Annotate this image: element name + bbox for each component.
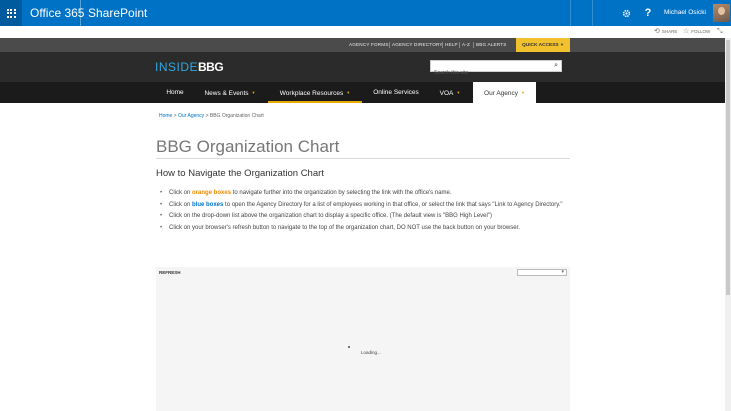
nav-item-online-services[interactable]: Online Services	[364, 82, 428, 103]
logo-text-bbg: BBG	[198, 60, 224, 74]
search-icon[interactable]: ⌕	[554, 61, 558, 71]
nav-item-our-agency[interactable]: Our Agency ▼	[473, 82, 536, 103]
share-icon: ⟲	[654, 28, 660, 35]
breadcrumb: Home > Our Agency > BBG Organization Cha…	[159, 113, 264, 119]
user-name[interactable]: Michael Osicki	[664, 0, 706, 26]
quick-access-label: QUICK ACCESS	[522, 43, 559, 48]
util-divider	[442, 42, 443, 48]
org-chart-frame: REFRESH ▾ Loading...	[156, 267, 570, 411]
scrollbar-thumb[interactable]	[726, 40, 730, 295]
search-input[interactable]	[431, 68, 543, 78]
share-label: SHARE	[661, 29, 678, 34]
loading-spinner-icon	[348, 346, 350, 348]
bbg-alerts-link[interactable]: BBG ALERTS	[476, 38, 507, 52]
breadcrumb-current: BBG Organization Chart	[209, 113, 264, 119]
nav-label: Our Agency	[484, 90, 518, 97]
caret-down-icon: ▼	[251, 90, 256, 95]
agency-forms-link[interactable]: AGENCY FORMS	[349, 38, 389, 52]
suite-bar-tile	[592, 0, 615, 26]
user-avatar[interactable]	[713, 4, 730, 22]
instruction-text: Click on	[169, 201, 193, 208]
orange-boxes-highlight: orange boxes	[192, 190, 232, 196]
nav-label: Workplace Resources	[279, 90, 344, 97]
page-scrollbar[interactable]	[725, 38, 731, 411]
breadcrumb-separator: >	[173, 113, 177, 119]
share-button[interactable]: ⟲ SHARE	[654, 26, 677, 38]
utility-bar: AGENCY FORMS AGENCY DIRECTORY HELP A-Z B…	[0, 38, 725, 52]
instruction-text: Click on	[169, 190, 193, 196]
title-divider	[156, 158, 570, 159]
logo-text-inside: INSIDE	[155, 60, 199, 74]
app-launcher-button[interactable]	[0, 0, 22, 26]
instruction-text: Click on the drop-down list above the or…	[169, 213, 492, 219]
follow-label: FOLLOW	[691, 29, 711, 34]
waffle-icon	[6, 8, 16, 18]
breadcrumb-home-link[interactable]: Home	[159, 113, 172, 119]
site-header: INSIDEBBG ⌕	[0, 52, 725, 82]
nav-label: News & Events	[204, 90, 249, 97]
nav-item-workplace-resources[interactable]: Workplace Resources ▼	[268, 82, 362, 103]
instruction-text: Click on your browser's refresh button t…	[169, 224, 520, 231]
breadcrumb-separator: >	[205, 113, 209, 119]
suite-bar: Office 365 SharePoint ? Michael Osicki	[0, 0, 731, 26]
brand-divider	[80, 0, 81, 26]
focus-icon: ⤡	[717, 28, 723, 35]
action-bar: ⟲ SHARE ☆ FOLLOW ⤡	[0, 26, 731, 38]
nav-item-home[interactable]: Home	[158, 82, 192, 103]
caret-down-icon: ▼	[521, 90, 525, 95]
util-divider	[459, 42, 460, 48]
instruction-list: Click on orange boxes to navigate furthe…	[160, 189, 570, 235]
blue-boxes-highlight: blue boxes	[192, 201, 224, 208]
caret-down-icon: ▼	[559, 42, 564, 47]
caret-down-icon: ▼	[346, 90, 351, 95]
a-z-link[interactable]: A-Z	[462, 38, 470, 52]
caret-down-icon: ▼	[456, 90, 461, 95]
nav-label: VOA	[439, 90, 454, 97]
search-box: ⌕	[430, 60, 562, 78]
star-icon: ☆	[683, 28, 690, 35]
gear-icon	[622, 9, 630, 17]
instruction-text: to open the Agency Directory for a list …	[223, 201, 563, 208]
page-title: BBG Organization Chart	[156, 137, 340, 156]
global-nav: Home News & Events ▼ Workplace Resources ▼…	[0, 82, 725, 103]
section-title: How to Navigate the Organization Chart	[156, 168, 324, 179]
nav-label: Home	[166, 89, 184, 96]
nav-item-voa[interactable]: VOA ▼	[432, 82, 468, 103]
loading-text: Loading...	[361, 350, 381, 355]
quick-access-button[interactable]: QUICK ACCESS ▼	[516, 38, 570, 52]
breadcrumb-our-agency-link[interactable]: Our Agency	[178, 113, 204, 119]
settings-button[interactable]	[615, 0, 637, 26]
focus-content-button[interactable]: ⤡	[717, 26, 723, 38]
follow-button[interactable]: ☆ FOLLOW	[683, 26, 710, 38]
util-divider	[473, 42, 474, 48]
office-dropdown[interactable]: ▾	[517, 269, 567, 276]
list-item: Click on your browser's refresh button t…	[160, 224, 570, 233]
suite-bar-tile	[570, 0, 592, 26]
inside-bbg-logo[interactable]: INSIDEBBG	[155, 60, 224, 74]
help-link[interactable]: HELP	[445, 38, 458, 52]
agency-directory-link[interactable]: AGENCY DIRECTORY	[392, 38, 443, 52]
refresh-button[interactable]: REFRESH	[159, 270, 181, 275]
list-item: Click on the drop-down list above the or…	[160, 212, 570, 221]
instruction-text: to navigate further into the organizatio…	[231, 190, 452, 196]
chevron-down-icon: ▾	[561, 269, 564, 275]
list-item: Click on blue boxes to open the Agency D…	[160, 201, 570, 210]
sharepoint-app-name[interactable]: SharePoint	[88, 0, 147, 26]
nav-label: Online Services	[373, 89, 419, 96]
list-item: Click on orange boxes to navigate furthe…	[160, 189, 570, 198]
util-divider	[389, 42, 390, 48]
help-button[interactable]: ?	[637, 0, 659, 26]
office365-brand[interactable]: Office 365	[30, 0, 84, 26]
nav-item-news-events[interactable]: News & Events ▼	[197, 82, 263, 103]
